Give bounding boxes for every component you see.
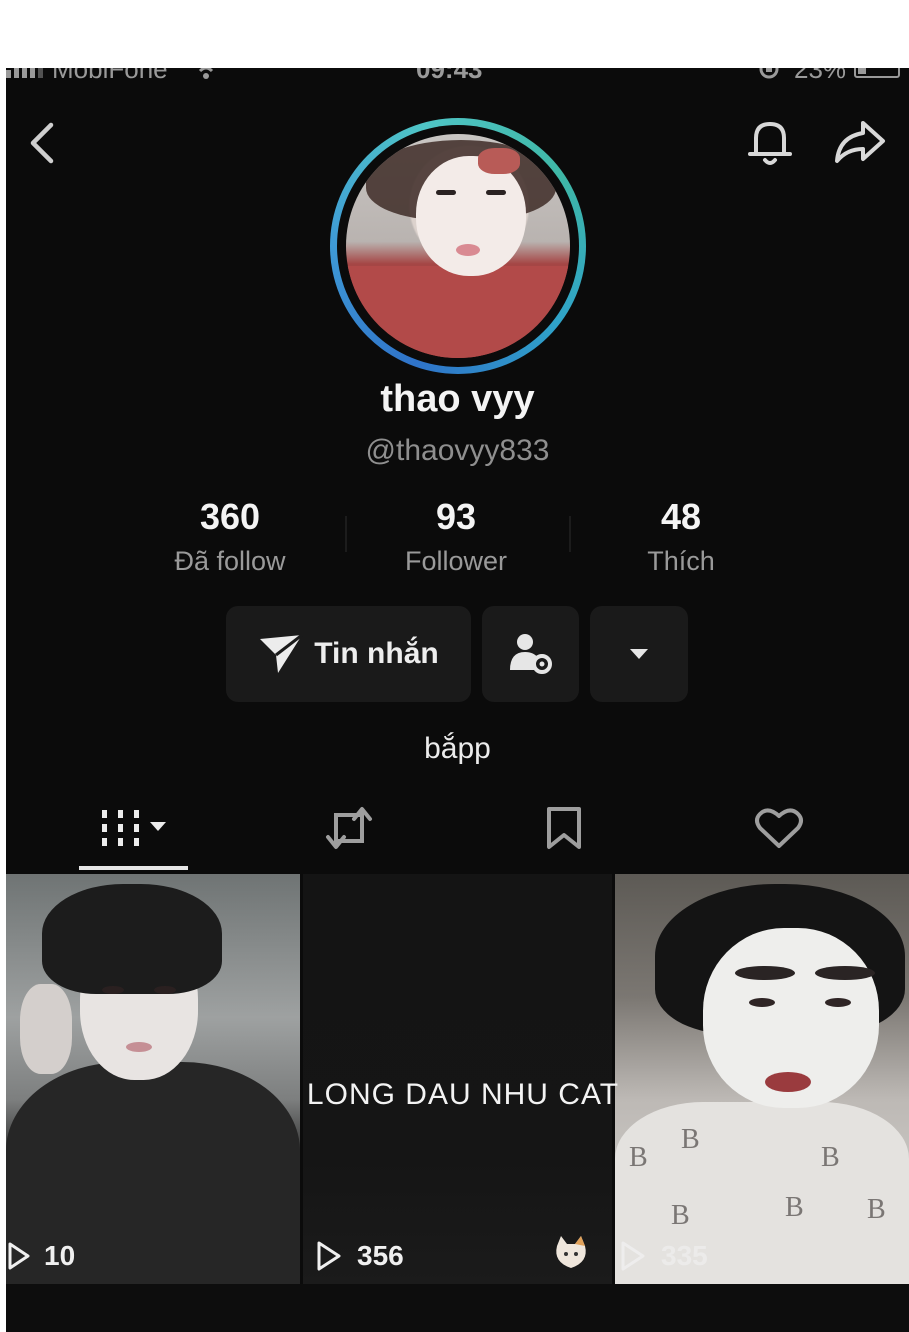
user-settings-icon (509, 634, 552, 674)
bottom-strip (6, 1284, 909, 1332)
avatar-story-ring[interactable] (330, 118, 586, 374)
status-bar: MobiFone 09:43 23% (6, 68, 909, 84)
view-count-value: 356 (357, 1240, 404, 1271)
play-icon (317, 1241, 341, 1271)
message-button-label: Tin nhắn (314, 637, 439, 670)
more-options-button[interactable] (590, 606, 688, 702)
rotation-lock-icon (758, 68, 780, 87)
stat-divider (345, 516, 347, 552)
share-button[interactable] (828, 114, 892, 170)
view-count-value: 10 (44, 1240, 76, 1271)
caret-down-icon (630, 649, 648, 659)
tab-reposts[interactable] (289, 798, 409, 858)
tab-videos[interactable] (74, 798, 194, 858)
stat-likes[interactable]: 48 Thích (581, 496, 781, 577)
cat-sticker-icon (551, 1232, 591, 1277)
stat-value: 93 (435, 496, 477, 537)
battery-percent: 23% (794, 68, 847, 84)
bio: bắpp (424, 732, 491, 765)
play-icon (621, 1241, 645, 1271)
heart-icon (755, 808, 803, 848)
bookmark-icon (547, 807, 581, 849)
tab-saved[interactable] (504, 798, 624, 858)
stat-value: 360 (199, 496, 261, 537)
stat-followers[interactable]: 93 Follower (356, 496, 556, 577)
notification-button[interactable] (742, 114, 798, 170)
signal-icon (6, 68, 43, 78)
repost-icon (326, 807, 372, 849)
clock: 09:43 (416, 68, 483, 84)
profile-screen: MobiFone 09:43 23% thao vyy @thaovyy833 (6, 68, 909, 1332)
view-count: 356 (317, 1240, 404, 1272)
display-name: thao vyy (380, 378, 535, 420)
grid-videos-icon (102, 810, 166, 846)
stat-divider (569, 516, 571, 552)
stat-label: Follower (404, 546, 508, 576)
battery-icon (854, 68, 900, 78)
view-count-value: 335 (661, 1240, 708, 1271)
active-tab-indicator (79, 866, 188, 870)
play-icon (8, 1242, 30, 1270)
stat-following[interactable]: 360 Đã follow (130, 496, 330, 577)
view-count: 10 (8, 1240, 75, 1272)
view-count: 335 (621, 1240, 708, 1272)
back-button[interactable] (22, 118, 62, 168)
stat-value: 48 (660, 496, 702, 537)
send-arrow-icon (260, 633, 304, 673)
stat-label: Đã follow (174, 546, 286, 576)
video-caption-overlay: LONG DAU NHU CAT (306, 1078, 620, 1111)
message-button[interactable]: Tin nhắn (226, 606, 471, 702)
username: @thaovyy833 (365, 434, 550, 467)
share-arrow-icon (835, 121, 885, 163)
stat-label: Thích (647, 546, 715, 576)
wifi-icon (194, 68, 218, 87)
carrier-label: MobiFone (52, 68, 168, 84)
content-tabs (6, 788, 909, 870)
avatar[interactable] (346, 134, 570, 358)
video-thumbnail[interactable]: B B B B B B 335 (615, 874, 909, 1284)
video-thumbnail[interactable]: 10 (6, 874, 300, 1284)
friend-settings-button[interactable] (482, 606, 579, 702)
bell-icon (748, 122, 792, 165)
tab-liked[interactable] (719, 798, 839, 858)
chevron-left-icon (30, 122, 54, 164)
